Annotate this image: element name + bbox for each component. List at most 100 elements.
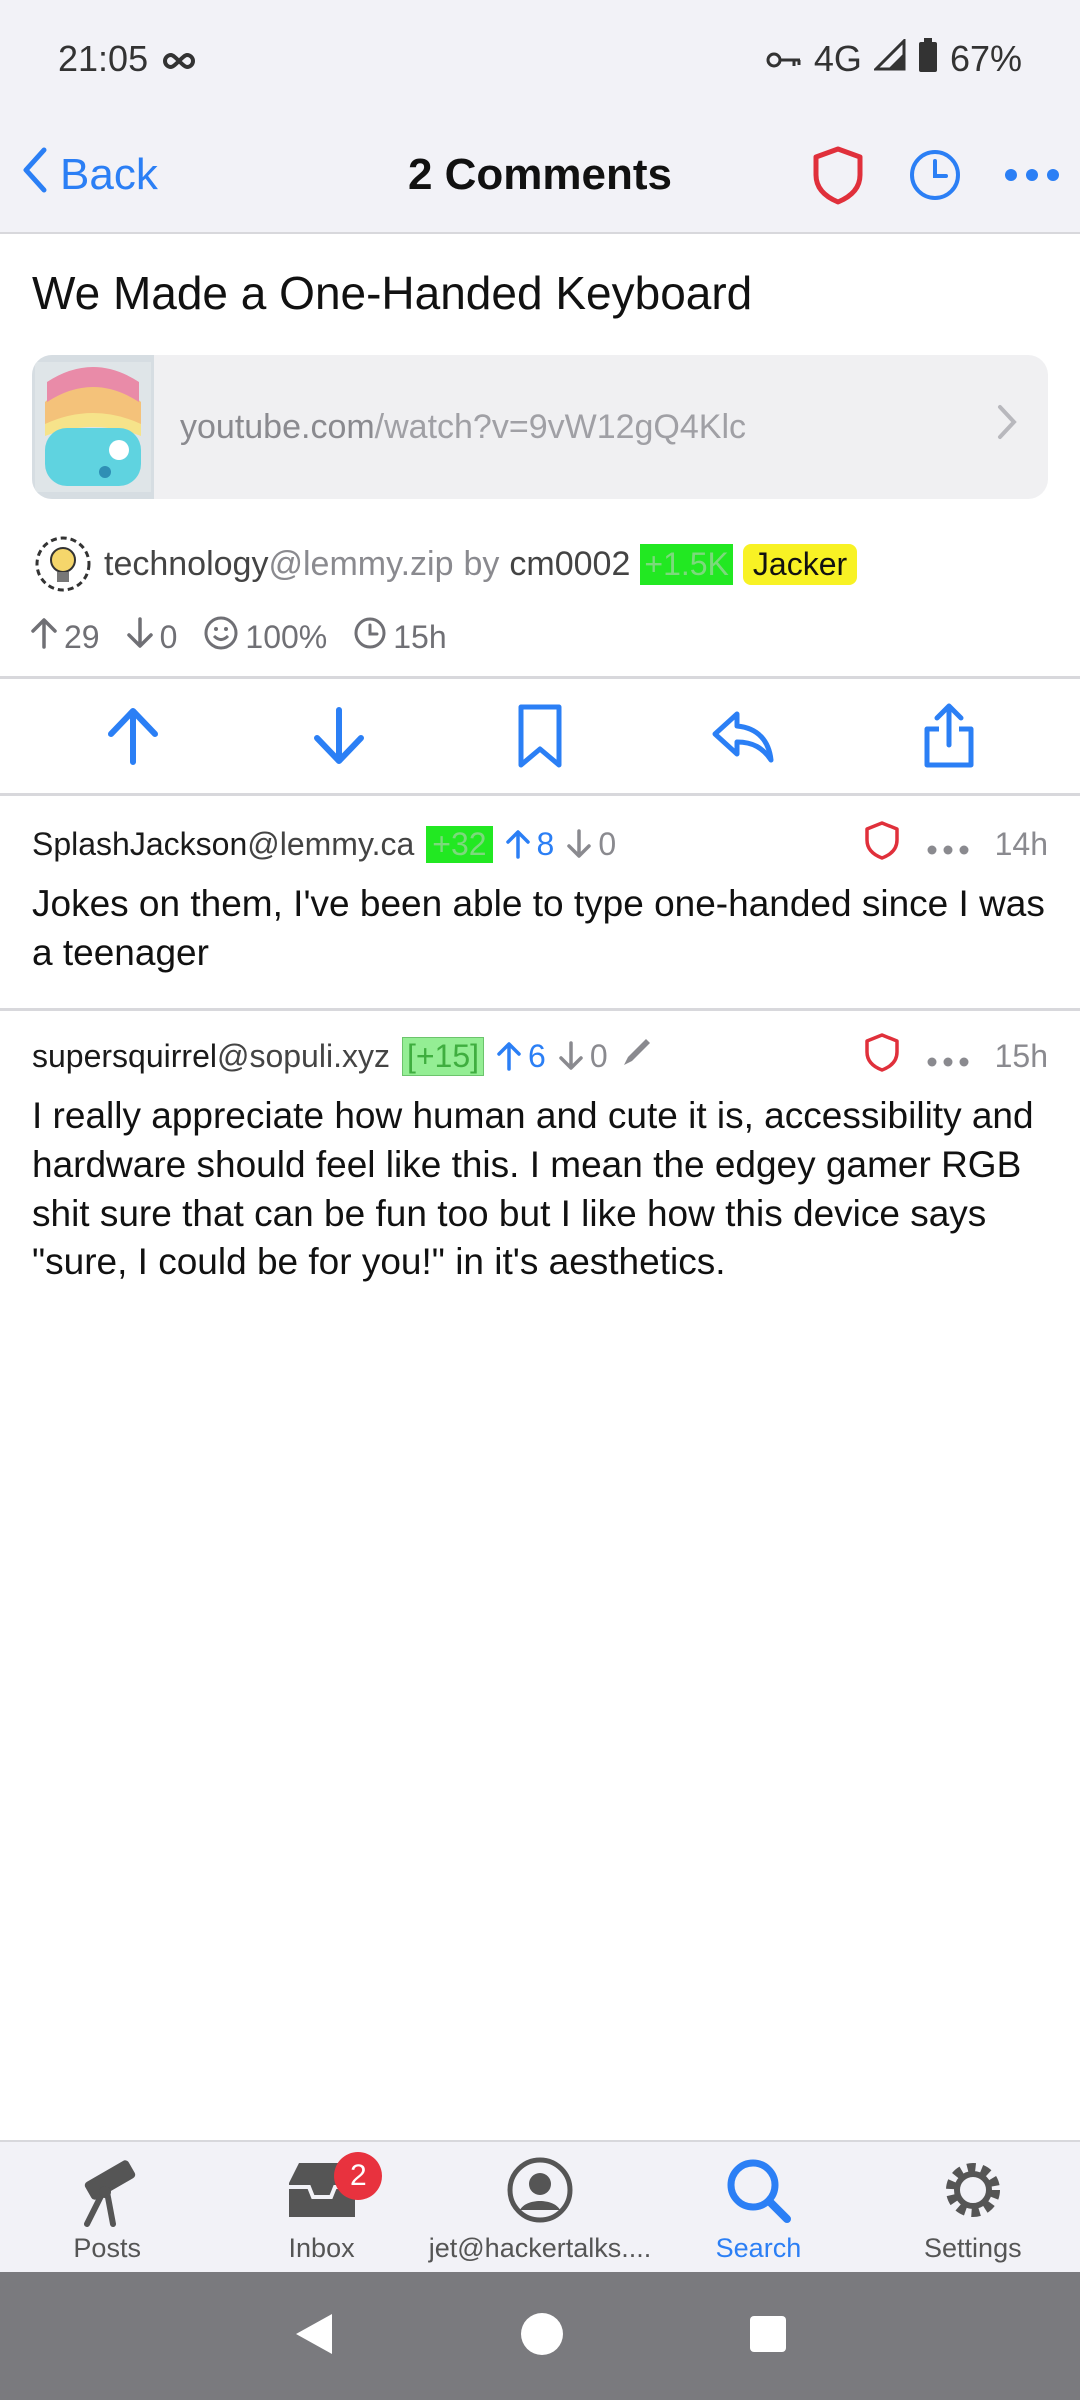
system-home-icon[interactable] bbox=[519, 2311, 565, 2362]
comment-downvotes[interactable]: 0 bbox=[558, 1038, 608, 1075]
tab-label: Inbox bbox=[288, 2233, 355, 2263]
battery-icon bbox=[918, 37, 938, 81]
community-name: technology bbox=[104, 544, 269, 583]
comment-instance: @sopuli.xyz bbox=[216, 1037, 390, 1074]
nav-bar: Back 2 Comments bbox=[0, 118, 1080, 234]
comment-upvotes[interactable]: 8 bbox=[505, 825, 555, 863]
comment-body: Jokes on them, I've been able to type on… bbox=[32, 883, 1045, 973]
tab-inbox[interactable]: 2 Inbox bbox=[214, 2142, 428, 2272]
comment-age: 14h bbox=[994, 825, 1048, 862]
comment-age: 15h bbox=[994, 1037, 1048, 1074]
author-name[interactable]: cm0002 bbox=[509, 545, 630, 584]
link-url: youtube.com/watch?v=9vW12gQ4Klc bbox=[154, 408, 996, 447]
account-icon bbox=[506, 2147, 574, 2233]
comment-divider bbox=[0, 1008, 1080, 1011]
comment-header: supersquirrel@sopuli.xyz [+15] 6 0 15h bbox=[32, 1020, 1048, 1092]
upvote-count: 29 bbox=[30, 617, 100, 657]
more-options-icon[interactable] bbox=[927, 826, 969, 863]
comment-author[interactable]: SplashJackson@lemmy.ca bbox=[32, 826, 414, 863]
link-host: youtube.com bbox=[180, 407, 375, 446]
comment-instance: @lemmy.ca bbox=[247, 825, 415, 862]
share-button[interactable] bbox=[921, 703, 977, 769]
arrow-up-icon bbox=[30, 617, 58, 657]
infinity-icon bbox=[162, 38, 196, 80]
post-card: We Made a One-Handed Keyboard youtube.co… bbox=[0, 234, 1080, 659]
comment-author[interactable]: supersquirrel@sopuli.xyz bbox=[32, 1038, 390, 1075]
system-nav-bar bbox=[0, 2272, 1080, 2400]
reply-button[interactable] bbox=[711, 708, 775, 764]
tab-account[interactable]: jet@hackertalks.... bbox=[428, 2142, 652, 2272]
tab-label: Posts bbox=[73, 2233, 141, 2263]
author-score-tag: +1.5K bbox=[640, 543, 733, 585]
link-thumbnail bbox=[32, 355, 154, 500]
comment-upvote-value: 8 bbox=[536, 825, 555, 862]
signal-icon bbox=[872, 37, 906, 80]
tab-bar: Posts 2 Inbox jet@hackertalks.... Search… bbox=[0, 2140, 1080, 2272]
post-meta: technology@lemmy.zip by cm0002 +1.5K Jac… bbox=[0, 499, 1080, 595]
status-time: 21:05 bbox=[58, 38, 149, 79]
more-options-icon[interactable] bbox=[1004, 168, 1060, 182]
comment-username: supersquirrel bbox=[32, 1037, 217, 1074]
ratio-stat: 100% bbox=[203, 615, 327, 659]
comment-item[interactable]: supersquirrel@sopuli.xyz [+15] 6 0 15h I… bbox=[0, 1020, 1080, 1287]
tab-label: Settings bbox=[924, 2233, 1022, 2263]
search-icon bbox=[723, 2147, 793, 2233]
battery-percent: 67% bbox=[949, 38, 1022, 79]
community-icon[interactable] bbox=[32, 533, 94, 595]
arrow-down-icon bbox=[126, 617, 154, 657]
link-card[interactable]: youtube.com/watch?v=9vW12gQ4Klc bbox=[32, 355, 1048, 500]
comment-upvotes[interactable]: 6 bbox=[496, 1038, 546, 1075]
shield-icon[interactable] bbox=[810, 145, 866, 205]
age-value: 15h bbox=[393, 618, 447, 655]
shield-icon[interactable] bbox=[863, 1032, 901, 1080]
chevron-right-icon bbox=[996, 402, 1048, 452]
shield-icon[interactable] bbox=[863, 820, 901, 868]
vpn-key-icon bbox=[766, 38, 802, 80]
back-label: Back bbox=[60, 150, 158, 199]
author-flair: Jacker bbox=[742, 543, 858, 585]
ratio-value: 100% bbox=[245, 618, 328, 655]
post-action-bar bbox=[0, 676, 1080, 796]
pencil-icon bbox=[620, 1035, 654, 1077]
comment-header: SplashJackson@lemmy.ca +32 8 0 14h bbox=[32, 808, 1048, 880]
comment-downvote-value: 0 bbox=[598, 825, 617, 862]
comment-downvotes[interactable]: 0 bbox=[566, 826, 616, 863]
post-stats: 29 0 100% 15h bbox=[0, 595, 1080, 659]
upvote-value: 29 bbox=[64, 618, 100, 655]
gear-icon bbox=[939, 2147, 1007, 2233]
tab-posts[interactable]: Posts bbox=[0, 2142, 214, 2272]
bookmark-button[interactable] bbox=[515, 703, 565, 769]
comment-downvote-value: 0 bbox=[589, 1037, 608, 1074]
system-recents-icon[interactable] bbox=[748, 2314, 788, 2359]
network-type: 4G bbox=[813, 38, 862, 79]
clock-small-icon bbox=[353, 616, 387, 658]
link-path: /watch?v=9vW12gQ4Klc bbox=[374, 407, 747, 446]
status-bar: 21:05 4G 67% bbox=[0, 0, 1080, 118]
system-back-icon[interactable] bbox=[292, 2310, 336, 2363]
post-title: We Made a One-Handed Keyboard bbox=[32, 267, 753, 319]
clock-icon[interactable] bbox=[908, 148, 962, 202]
comment-item[interactable]: SplashJackson@lemmy.ca +32 8 0 14h Jokes… bbox=[0, 808, 1080, 978]
upvote-button[interactable] bbox=[103, 704, 163, 768]
age-stat: 15h bbox=[353, 616, 447, 658]
smiley-icon bbox=[203, 615, 239, 659]
comment-upvote-value: 6 bbox=[528, 1037, 546, 1074]
downvote-value: 0 bbox=[159, 618, 178, 655]
more-options-icon[interactable] bbox=[927, 1038, 969, 1075]
downvote-count: 0 bbox=[126, 617, 178, 657]
tab-label: jet@hackertalks.... bbox=[428, 2233, 652, 2263]
comment-body: I really appreciate how human and cute i… bbox=[32, 1095, 1034, 1283]
back-button[interactable]: Back bbox=[20, 146, 158, 205]
tab-settings[interactable]: Settings bbox=[866, 2142, 1080, 2272]
tab-label: Search bbox=[715, 2233, 802, 2263]
downvote-button[interactable] bbox=[309, 704, 369, 768]
community-instance: @lemmy.zip bbox=[268, 544, 454, 583]
by-label: by bbox=[463, 544, 500, 583]
comment-score-tag: [+15] bbox=[401, 1036, 485, 1076]
chevron-left-icon bbox=[20, 146, 50, 205]
inbox-badge: 2 bbox=[334, 2152, 383, 2200]
community-link[interactable]: technology@lemmy.zip bbox=[104, 545, 453, 584]
tab-search[interactable]: Search bbox=[651, 2142, 865, 2272]
comment-score-tag: +32 bbox=[426, 825, 493, 863]
comment-username: SplashJackson bbox=[32, 825, 248, 862]
